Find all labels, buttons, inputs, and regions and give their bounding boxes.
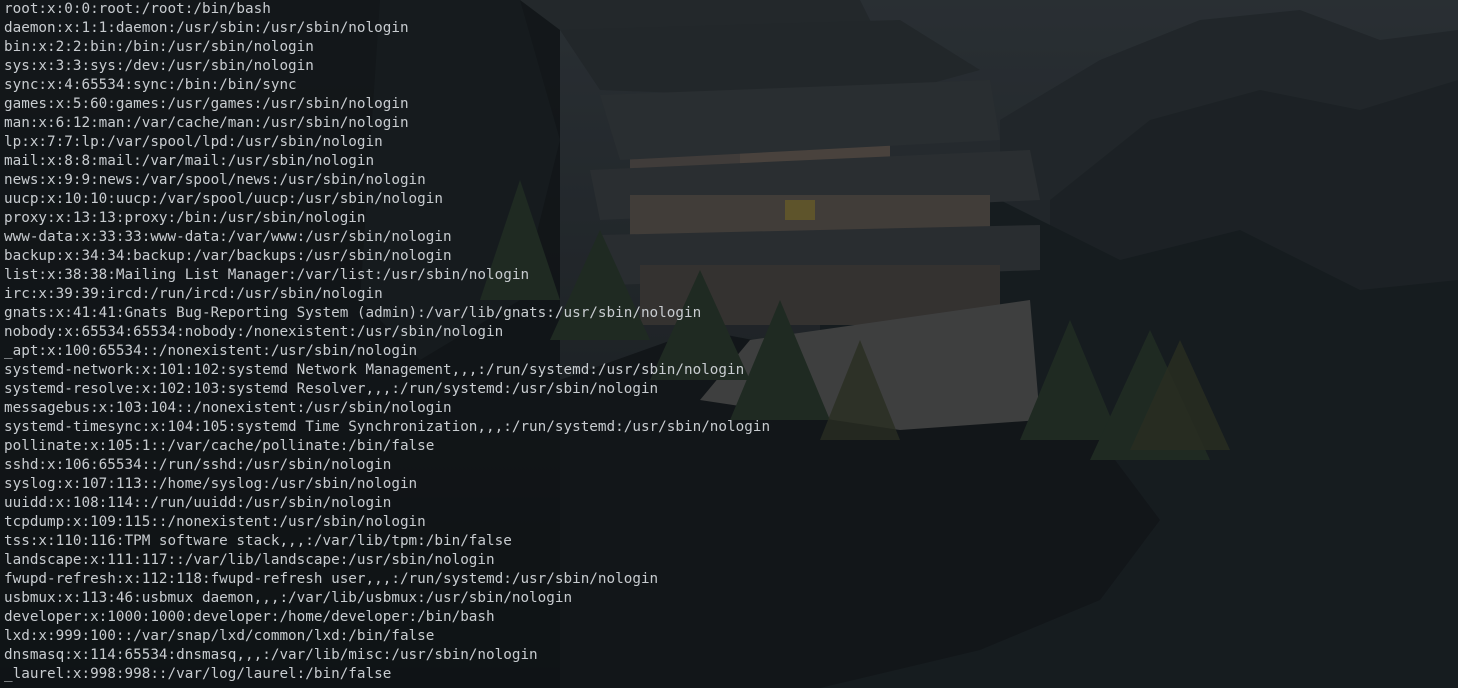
passwd-line-irc: irc:x:39:39:ircd:/run/ircd:/usr/sbin/nol…	[4, 286, 383, 302]
terminal-window[interactable]: root:x:0:0:root:/root:/bin/bash daemon:x:…	[0, 0, 1458, 688]
passwd-line-root: root:x:0:0:root:/root:/bin/bash	[4, 1, 271, 17]
passwd-line-tcpdump: tcpdump:x:109:115::/nonexistent:/usr/sbi…	[4, 514, 426, 530]
passwd-line-uucp: uucp:x:10:10:uucp:/var/spool/uucp:/usr/s…	[4, 191, 443, 207]
passwd-line-tss: tss:x:110:116:TPM software stack,,,:/var…	[4, 533, 512, 549]
passwd-line-pollinate: pollinate:x:105:1::/var/cache/pollinate:…	[4, 438, 435, 454]
passwd-line-proxy: proxy:x:13:13:proxy:/bin:/usr/sbin/nolog…	[4, 210, 366, 226]
passwd-line-sshd: sshd:x:106:65534::/run/sshd:/usr/sbin/no…	[4, 457, 392, 473]
passwd-line-dnsmasq: dnsmasq:x:114:65534:dnsmasq,,,:/var/lib/…	[4, 647, 538, 663]
passwd-line-uuidd: uuidd:x:108:114::/run/uuidd:/usr/sbin/no…	[4, 495, 392, 511]
passwd-line-developer: developer:x:1000:1000:developer:/home/de…	[4, 609, 495, 625]
terminal-output: root:x:0:0:root:/root:/bin/bash daemon:x:…	[4, 0, 770, 684]
passwd-line-nobody: nobody:x:65534:65534:nobody:/nonexistent…	[4, 324, 504, 340]
passwd-line-usbmux: usbmux:x:113:46:usbmux daemon,,,:/var/li…	[4, 590, 573, 606]
passwd-line-systemd-network: systemd-network:x:101:102:systemd Networ…	[4, 362, 745, 378]
passwd-line-messagebus: messagebus:x:103:104::/nonexistent:/usr/…	[4, 400, 452, 416]
passwd-line-games: games:x:5:60:games:/usr/games:/usr/sbin/…	[4, 96, 409, 112]
passwd-line-backup: backup:x:34:34:backup:/var/backups:/usr/…	[4, 248, 452, 264]
passwd-line-lp: lp:x:7:7:lp:/var/spool/lpd:/usr/sbin/nol…	[4, 134, 383, 150]
passwd-line-www-data: www-data:x:33:33:www-data:/var/www:/usr/…	[4, 229, 452, 245]
passwd-line-bin: bin:x:2:2:bin:/bin:/usr/sbin/nologin	[4, 39, 314, 55]
passwd-line-daemon: daemon:x:1:1:daemon:/usr/sbin:/usr/sbin/…	[4, 20, 409, 36]
passwd-line-apt: _apt:x:100:65534::/nonexistent:/usr/sbin…	[4, 343, 418, 359]
passwd-line-systemd-timesync: systemd-timesync:x:104:105:systemd Time …	[4, 419, 771, 435]
passwd-line-man: man:x:6:12:man:/var/cache/man:/usr/sbin/…	[4, 115, 409, 131]
passwd-line-news: news:x:9:9:news:/var/spool/news:/usr/sbi…	[4, 172, 426, 188]
passwd-line-fwupd-refresh: fwupd-refresh:x:112:118:fwupd-refresh us…	[4, 571, 659, 587]
passwd-line-sync: sync:x:4:65534:sync:/bin:/bin/sync	[4, 77, 297, 93]
passwd-line-list: list:x:38:38:Mailing List Manager:/var/l…	[4, 267, 530, 283]
passwd-line-sys: sys:x:3:3:sys:/dev:/usr/sbin/nologin	[4, 58, 314, 74]
passwd-line-mail: mail:x:8:8:mail:/var/mail:/usr/sbin/nolo…	[4, 153, 375, 169]
passwd-line-syslog: syslog:x:107:113::/home/syslog:/usr/sbin…	[4, 476, 418, 492]
passwd-line-laurel: _laurel:x:998:998::/var/log/laurel:/bin/…	[4, 666, 392, 682]
passwd-line-systemd-resolve: systemd-resolve:x:102:103:systemd Resolv…	[4, 381, 659, 397]
passwd-line-landscape: landscape:x:111:117::/var/lib/landscape:…	[4, 552, 495, 568]
passwd-line-lxd: lxd:x:999:100::/var/snap/lxd/common/lxd:…	[4, 628, 435, 644]
passwd-line-gnats: gnats:x:41:41:Gnats Bug-Reporting System…	[4, 305, 702, 321]
